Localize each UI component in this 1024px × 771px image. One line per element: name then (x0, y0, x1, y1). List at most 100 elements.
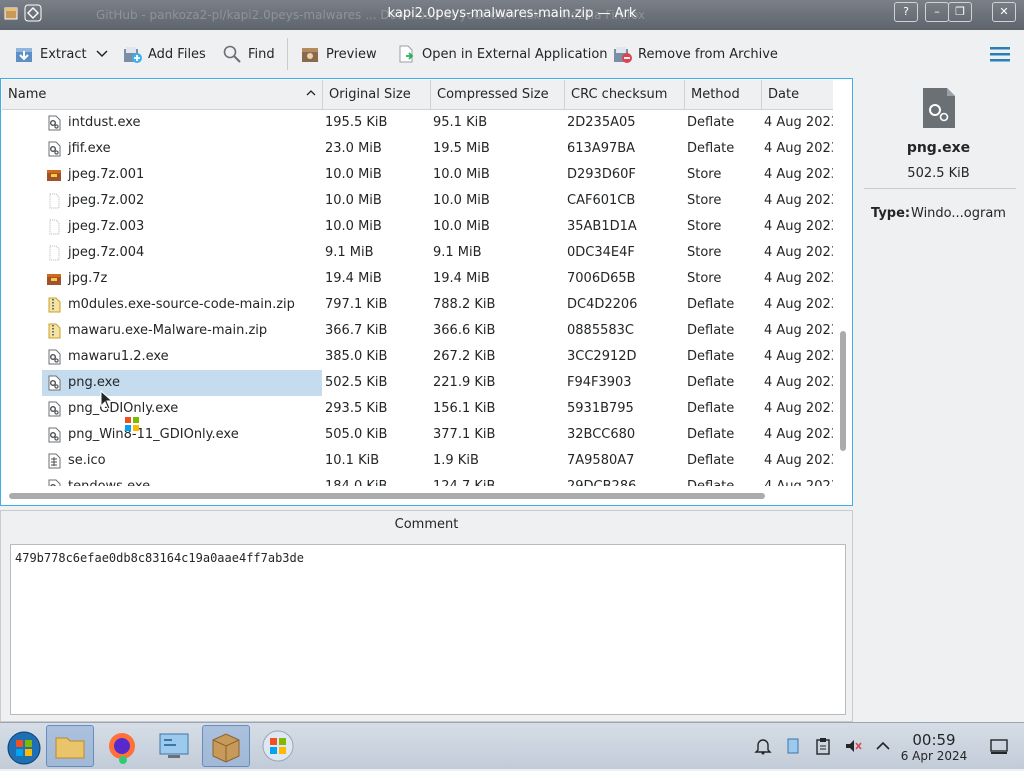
cell-method: Deflate (687, 323, 735, 338)
cell-method: Store (687, 167, 722, 182)
cell-name[interactable]: mawaru1.2.exe (42, 344, 322, 370)
file-name: mawaru.exe-Malware-main.zip (68, 323, 268, 338)
cell-date: 4 Aug 2023 (764, 219, 833, 234)
cell-method: Store (687, 193, 722, 208)
column-crc[interactable]: CRC checksum (565, 80, 685, 109)
volume-muted-icon[interactable] (844, 737, 862, 755)
cell-name[interactable]: jpeg.7z.002 (42, 188, 322, 214)
table-row[interactable]: jpeg.7z.004 9.1 MiB 9.1 MiB 0DC34E4F Store 4 … (2, 240, 833, 266)
cell-name[interactable]: intdust.exe (42, 110, 322, 136)
cell-name[interactable]: jpg.7z (42, 266, 322, 292)
cell-original-size: 366.7 KiB (325, 323, 388, 338)
taskbar-control-panel[interactable] (150, 725, 198, 767)
table-row[interactable]: se.ico 10.1 KiB 1.9 KiB 7A9580A7 Deflate 4 Au… (2, 448, 833, 474)
cell-compressed-size: 124.7 KiB (433, 474, 495, 486)
table-row[interactable]: mawaru1.2.exe 385.0 KiB 267.2 KiB 3CC2912D D… (2, 344, 833, 370)
show-desktop-icon[interactable] (990, 737, 1008, 755)
cell-name[interactable]: jpeg.7z.003 (42, 214, 322, 240)
table-row[interactable]: intdust.exe 195.5 KiB 95.1 KiB 2D235A05 Defl… (2, 110, 833, 136)
cell-crc: 2D235A05 (567, 115, 636, 130)
maximize-button[interactable]: ❐ (948, 2, 972, 22)
preview-button[interactable]: Preview (300, 42, 377, 66)
cell-original-size: 23.0 MiB (325, 141, 382, 156)
vertical-scrollbar[interactable] (840, 331, 846, 451)
extract-button[interactable]: Extract (14, 42, 87, 66)
comment-textbox[interactable]: 479b778c6efae0db8c83164c19a0aae4ff7ab3de (10, 544, 846, 715)
close-button[interactable]: ✕ (992, 2, 1016, 22)
horizontal-scrollbar[interactable] (9, 493, 765, 499)
taskbar-firefox[interactable] (98, 725, 146, 767)
notifications-bell-icon[interactable] (754, 737, 772, 755)
toolbar-separator (287, 38, 288, 70)
table-row[interactable]: jpg.7z 19.4 MiB 19.4 MiB 7006D65B Store 4 Aug… (2, 266, 833, 292)
exe-gear-icon (46, 349, 62, 365)
start-button[interactable] (2, 725, 50, 767)
column-original-size[interactable]: Original Size (323, 80, 431, 109)
cell-name[interactable]: jpeg.7z.001 (42, 162, 322, 188)
cell-method: Deflate (687, 297, 735, 312)
hamburger-menu-icon[interactable] (990, 42, 1010, 66)
column-name[interactable]: Name (2, 80, 323, 109)
cell-original-size: 502.5 KiB (325, 375, 388, 390)
table-row[interactable]: jfif.exe 23.0 MiB 19.5 MiB 613A97BA Deflate 4… (2, 136, 833, 162)
comment-label: Comment (394, 517, 459, 532)
cell-original-size: 385.0 KiB (325, 349, 388, 364)
table-row[interactable]: m0dules.exe-source-code-main.zip 797.1 Ki… (2, 292, 833, 318)
cell-date: 4 Aug 2023 (764, 427, 833, 442)
exe-gear-icon (46, 141, 62, 157)
cell-name[interactable]: jpeg.7z.004 (42, 240, 322, 266)
cell-crc: 3CC2912D (567, 349, 637, 364)
table-row[interactable]: jpeg.7z.001 10.0 MiB 10.0 MiB D293D60F Store… (2, 162, 833, 188)
cell-name[interactable]: m0dules.exe-source-code-main.zip (42, 292, 322, 318)
cell-date: 4 Aug 2023 (764, 193, 833, 208)
cell-name[interactable]: se.ico (42, 448, 322, 474)
find-button[interactable]: Find (222, 42, 275, 66)
remove-from-archive-button[interactable]: Remove from Archive (612, 42, 778, 66)
clock-date[interactable]: 6 Apr 2024 (896, 749, 972, 763)
table-row[interactable]: jpeg.7z.003 10.0 MiB 10.0 MiB 35AB1D1A Store… (2, 214, 833, 240)
table-row[interactable]: png.exe 502.5 KiB 221.9 KiB F94F3903 Deflate… (2, 370, 833, 396)
sort-ascending-icon (306, 80, 316, 109)
table-row[interactable]: tendows.exe 184.0 KiB 124.7 KiB 29DCB286 Def… (2, 474, 833, 486)
cell-name[interactable]: png.exe (42, 370, 322, 396)
clipboard-icon[interactable] (814, 737, 832, 755)
file-name: mawaru1.2.exe (68, 349, 169, 364)
cell-date: 4 Aug 2023 (764, 375, 833, 390)
help-button[interactable]: ? (894, 2, 918, 22)
cell-compressed-size: 10.0 MiB (433, 167, 490, 182)
minimize-button[interactable]: – (925, 2, 949, 22)
cell-date: 4 Aug 2023 (764, 349, 833, 364)
table-row[interactable]: mawaru.exe-Malware-main.zip 366.7 KiB 366.… (2, 318, 833, 344)
cell-compressed-size: 10.0 MiB (433, 219, 490, 234)
cell-crc: 29DCB286 (567, 474, 636, 486)
add-files-button[interactable]: Add Files (122, 42, 206, 66)
clipboard-device-icon[interactable] (784, 737, 802, 755)
taskbar-ark[interactable] (202, 725, 250, 767)
cell-crc: 32BCC680 (567, 427, 636, 442)
executable-file-icon (921, 86, 957, 130)
open-external-button[interactable]: Open in External Application (396, 42, 608, 66)
cell-original-size: 10.0 MiB (325, 167, 382, 182)
cell-name[interactable]: tendows.exe (42, 474, 322, 486)
taskbar-file-manager[interactable] (46, 725, 94, 767)
column-date[interactable]: Date (762, 80, 833, 109)
clock-time[interactable]: 00:59 (900, 731, 968, 749)
chevron-up-icon[interactable] (874, 737, 892, 755)
extract-dropdown-arrow[interactable] (96, 42, 108, 66)
cell-name[interactable]: jfif.exe (42, 136, 322, 162)
window-title: kapi2.0peys-malwares-main.zip — Ark (387, 6, 637, 21)
cell-name[interactable]: mawaru.exe-Malware-main.zip (42, 318, 322, 344)
column-method[interactable]: Method (685, 80, 762, 109)
blank-file-icon (46, 219, 62, 235)
folder-icon (55, 737, 85, 759)
cell-date: 4 Aug 2023 (764, 453, 833, 468)
taskbar-windows[interactable] (254, 725, 302, 767)
table-row[interactable]: jpeg.7z.002 10.0 MiB 10.0 MiB CAF601CB Store… (2, 188, 833, 214)
column-compressed-size[interactable]: Compressed Size (431, 80, 565, 109)
preview-divider (864, 188, 1016, 189)
cell-name[interactable]: png_Win8-11_GDIOnly.exe (42, 422, 322, 448)
cell-name[interactable]: png_GDIOnly.exe (42, 396, 322, 422)
cell-method: Deflate (687, 474, 734, 486)
cell-compressed-size: 1.9 KiB (433, 453, 479, 468)
archive-file-list[interactable]: Name Original Size Compressed Size CRC c… (0, 78, 853, 506)
